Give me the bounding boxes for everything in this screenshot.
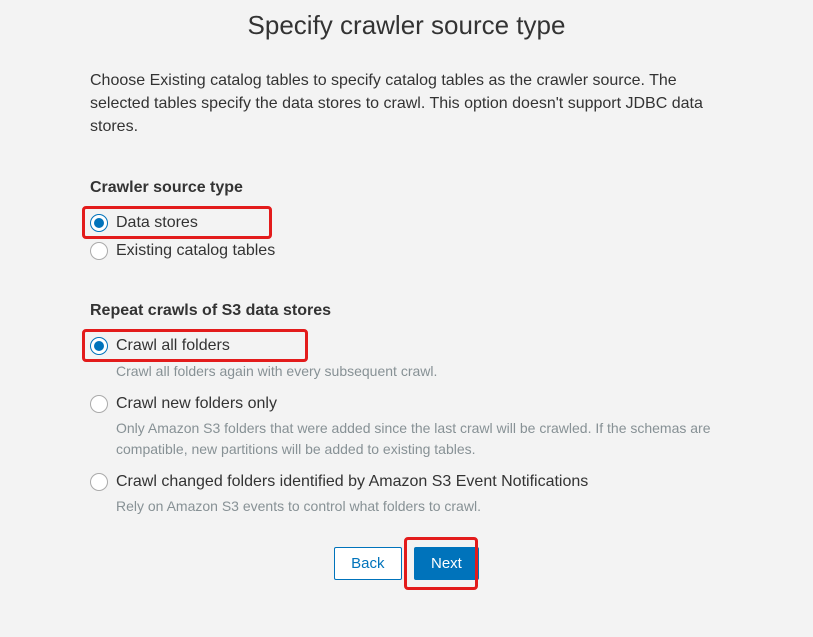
- intro-text: Choose Existing catalog tables to specif…: [90, 69, 723, 139]
- repeat-crawls-heading: Repeat crawls of S3 data stores: [90, 302, 723, 320]
- hint-crawl-changed-folders: Rely on Amazon S3 events to control what…: [116, 496, 723, 516]
- label-existing-catalog-tables: Existing catalog tables: [116, 242, 275, 259]
- back-button[interactable]: Back: [334, 547, 401, 580]
- crawler-source-type-group: Crawler source type Data stores Existing…: [90, 179, 723, 263]
- radio-crawl-changed-folders[interactable]: [90, 473, 108, 491]
- label-crawl-all-folders: Crawl all folders: [116, 337, 230, 354]
- radio-existing-catalog-tables[interactable]: [90, 242, 108, 260]
- hint-crawl-all-folders: Crawl all folders again with every subse…: [116, 361, 723, 381]
- next-button[interactable]: Next: [414, 547, 479, 580]
- label-crawl-new-folders: Crawl new folders only: [116, 395, 277, 412]
- source-type-heading: Crawler source type: [90, 179, 723, 197]
- page-title: Specify crawler source type: [90, 10, 723, 41]
- button-row: Back Next: [90, 547, 723, 580]
- option-crawl-changed-folders[interactable]: Crawl changed folders identified by Amaz…: [90, 471, 723, 517]
- label-data-stores: Data stores: [116, 214, 198, 231]
- option-crawl-all-folders[interactable]: Crawl all folders Crawl all folders agai…: [90, 335, 723, 381]
- hint-crawl-new-folders: Only Amazon S3 folders that were added s…: [116, 418, 723, 459]
- radio-crawl-all-folders[interactable]: [90, 337, 108, 355]
- radio-crawl-new-folders[interactable]: [90, 395, 108, 413]
- repeat-crawls-group: Repeat crawls of S3 data stores Crawl al…: [90, 302, 723, 516]
- option-data-stores[interactable]: Data stores: [90, 212, 723, 234]
- option-existing-catalog-tables[interactable]: Existing catalog tables: [90, 240, 723, 262]
- option-crawl-new-folders[interactable]: Crawl new folders only Only Amazon S3 fo…: [90, 393, 723, 459]
- label-crawl-changed-folders: Crawl changed folders identified by Amaz…: [116, 473, 588, 490]
- radio-data-stores[interactable]: [90, 214, 108, 232]
